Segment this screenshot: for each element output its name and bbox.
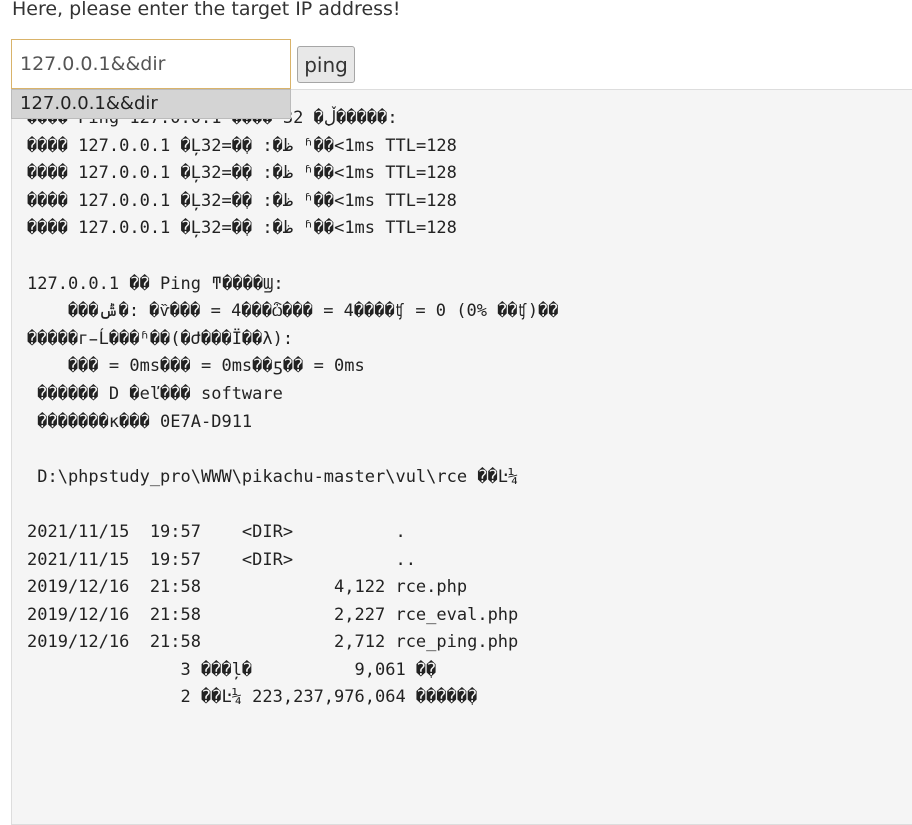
ping-button[interactable]: ping [297, 46, 355, 83]
command-output-text: ���� Ping 127.0.0.1 ���� 32 �ֽڵ�����: ��… [27, 108, 559, 708]
rce-ping-page: Here, please enter the target IP address… [0, 0, 912, 825]
autocomplete-suggestion[interactable]: 127.0.0.1&&dir [11, 89, 291, 119]
command-output-panel: ���� Ping 127.0.0.1 ���� 32 �ֽڵ�����: ��… [11, 89, 912, 825]
prompt-label: Here, please enter the target IP address… [12, 0, 401, 20]
ip-address-input[interactable] [11, 39, 291, 89]
